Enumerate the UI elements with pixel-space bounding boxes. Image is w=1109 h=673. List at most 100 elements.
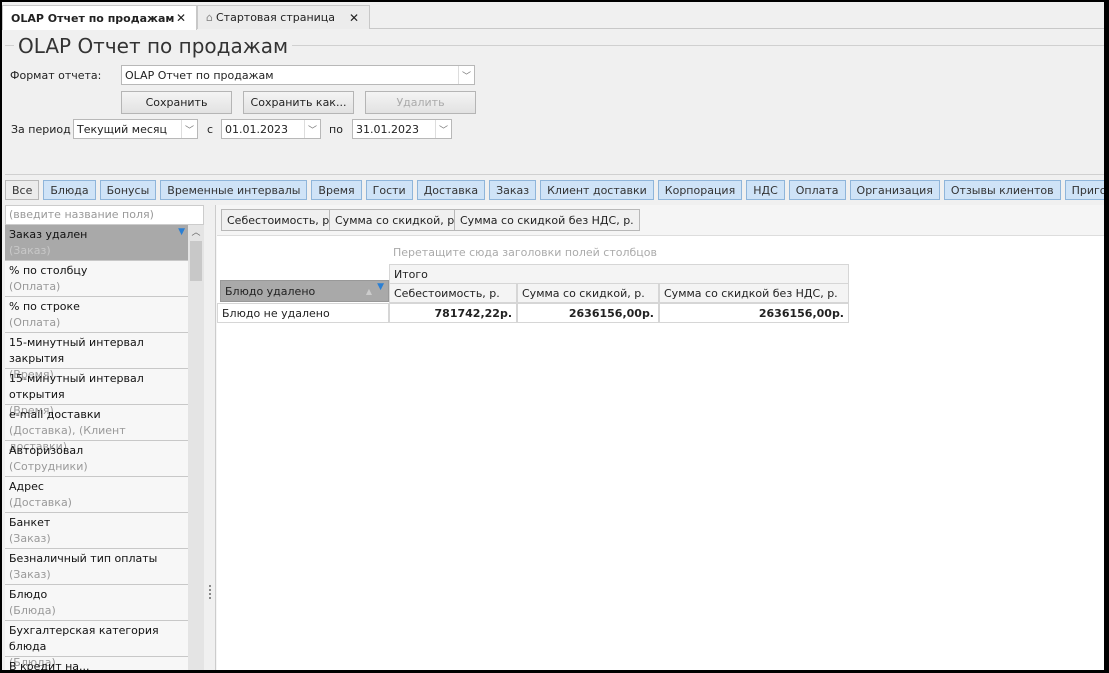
field-list-item[interactable]: Блюдо (Блюда)	[5, 585, 188, 621]
chevron-down-icon[interactable]: ﹀	[181, 120, 197, 138]
field-list-item[interactable]: Безналичный тип оплаты (Заказ)	[5, 549, 188, 585]
field-name: e-mail доставки	[9, 408, 101, 421]
chevron-down-icon[interactable]: ﹀	[435, 120, 451, 138]
field-list: Заказ удален (Заказ) ▼ % по столбцу (Оплата)…	[5, 225, 188, 670]
filter-tab[interactable]: Отзывы клиентов	[943, 180, 1061, 200]
filter-tab[interactable]: Организация	[849, 180, 940, 200]
tab-olap-report[interactable]: OLAP Отчет по продажам ✕	[2, 5, 197, 30]
field-list-item[interactable]: % по строке (Оплата)	[5, 297, 188, 333]
value-cell: 2636156,00р.	[659, 303, 849, 323]
date-from-input[interactable]: 01.01.2023 ﹀	[221, 119, 321, 139]
field-name: 15-минутный интервал закрытия	[9, 336, 144, 365]
field-name: % по столбцу	[9, 264, 88, 277]
total-header: Итого	[389, 264, 849, 284]
period-label: За период	[11, 123, 71, 136]
tab-bar: OLAP Отчет по продажам ✕ ⌂ Стартовая стран…	[2, 5, 1104, 30]
field-category: (Сотрудники)	[9, 460, 88, 473]
filter-tab[interactable]: Клиент доставки	[540, 180, 654, 200]
scrollbar[interactable]: ︿	[188, 225, 204, 670]
tab-start-page[interactable]: ⌂ Стартовая страница ✕	[197, 5, 370, 29]
period-value: Текущий месяц	[77, 122, 168, 136]
data-field-cost[interactable]: Себестоимость, р.	[221, 209, 339, 231]
report-window: OLAP Отчет по продажам ✕ ⌂ Стартовая стран…	[2, 2, 1104, 670]
field-name: Адрес	[9, 480, 44, 493]
field-category: (Доставка)	[9, 496, 72, 509]
from-label: с	[207, 123, 214, 136]
value-cell: 781742,22р.	[389, 303, 517, 323]
filter-tab[interactable]: Бонусы	[99, 180, 157, 200]
format-value: OLAP Отчет по продажам	[125, 68, 274, 82]
filter-tab[interactable]: Корпорация	[657, 180, 743, 200]
data-field-discount-no-vat[interactable]: Сумма со скидкой без НДС, р.	[454, 209, 640, 231]
field-category: (Заказ)	[9, 532, 51, 545]
filter-icon[interactable]: ▼	[178, 227, 185, 237]
value-cell: 2636156,00р.	[517, 303, 659, 323]
column-header: Сумма со скидкой, р.	[517, 283, 659, 303]
filter-tab[interactable]: Приготовление	[1064, 180, 1104, 200]
scroll-up-icon[interactable]: ︿	[188, 225, 204, 241]
field-search-input[interactable]: (введите название поля)	[5, 205, 204, 225]
pivot-area: Себестоимость, р. Сумма со скидкой, р. С…	[216, 205, 1104, 670]
field-category: (Оплата)	[9, 316, 61, 329]
row-header: Блюдо не удалено	[217, 303, 389, 323]
field-list-item[interactable]: 15-минутный интервал закрытия (Время)	[5, 333, 188, 381]
delete-button[interactable]: Удалить	[365, 91, 476, 114]
field-list-item[interactable]: e-mail доставки (Доставка), (Клиент доста…	[5, 405, 188, 453]
date-to-input[interactable]: 31.01.2023 ﹀	[352, 119, 452, 139]
category-filter-bar: Все Блюда Бонусы Временные интервалы Время Го…	[5, 180, 1104, 202]
format-label: Формат отчета:	[10, 69, 102, 82]
filter-tab[interactable]: Все	[5, 180, 40, 200]
home-icon: ⌂	[206, 11, 213, 24]
filter-tab[interactable]: Оплата	[788, 180, 846, 200]
column-header: Себестоимость, р.	[389, 283, 517, 303]
row-field-header[interactable]: Блюдо удалено ▲ ▼	[220, 280, 389, 302]
date-from-value: 01.01.2023	[225, 122, 288, 136]
field-list-item[interactable]: В кредит на...	[5, 657, 188, 670]
page-title: OLAP Отчет по продажам	[14, 34, 293, 58]
chevron-down-icon[interactable]: ﹀	[458, 66, 474, 84]
data-field-discount-sum[interactable]: Сумма со скидкой, р.	[329, 209, 464, 231]
field-list-item[interactable]: 15-минутный интервал открытия (Время)	[5, 369, 188, 417]
field-name: 15-минутный интервал открытия	[9, 372, 144, 401]
field-category: (Блюда)	[9, 604, 56, 617]
field-list-item[interactable]: Заказ удален (Заказ) ▼	[5, 225, 188, 261]
row-field-label: Блюдо удалено	[225, 284, 316, 298]
field-name: Заказ удален	[9, 228, 88, 241]
filter-tab[interactable]: Временные интервалы	[160, 180, 308, 200]
save-as-button[interactable]: Сохранить как...	[243, 91, 354, 114]
chevron-down-icon[interactable]: ﹀	[304, 120, 320, 138]
field-list-item[interactable]: Банкет (Заказ)	[5, 513, 188, 549]
field-category: (Оплата)	[9, 280, 61, 293]
tab-label: Стартовая страница	[215, 11, 336, 24]
field-name: % по строке	[9, 300, 80, 313]
filter-tab[interactable]: Гости	[365, 180, 413, 200]
filter-tab[interactable]: Блюда	[43, 180, 96, 200]
close-icon[interactable]: ✕	[349, 11, 359, 25]
field-name: Безналичный тип оплаты	[9, 552, 158, 565]
save-button[interactable]: Сохранить	[121, 91, 232, 114]
column-header: Сумма со скидкой без НДС, р.	[659, 283, 849, 303]
field-list-item[interactable]: Адрес (Доставка)	[5, 477, 188, 513]
field-category: (Заказ)	[9, 244, 51, 257]
filter-tab[interactable]: Доставка	[416, 180, 486, 200]
pivot-grid: Перетащите сюда заголовки полей столбцов…	[217, 235, 1104, 670]
filter-tab[interactable]: Заказ	[489, 180, 537, 200]
filter-tab[interactable]: НДС	[746, 180, 785, 200]
close-icon[interactable]: ✕	[176, 11, 186, 25]
sort-icon[interactable]: ▲	[366, 287, 372, 296]
field-name: Блюдо	[9, 588, 48, 601]
field-category: (Заказ)	[9, 568, 51, 581]
filter-tab[interactable]: Время	[311, 180, 362, 200]
field-list-item[interactable]: Бухгалтерская категория блюда (Блюда)	[5, 621, 188, 669]
field-list-item[interactable]: Авторизовал (Сотрудники)	[5, 441, 188, 477]
period-select[interactable]: Текущий месяц ﹀	[73, 119, 198, 139]
date-to-value: 31.01.2023	[356, 122, 419, 136]
field-name: Авторизовал	[9, 444, 84, 457]
format-select[interactable]: OLAP Отчет по продажам ﹀	[121, 65, 475, 85]
divider	[5, 174, 1104, 175]
field-list-item[interactable]: % по столбцу (Оплата)	[5, 261, 188, 297]
scroll-thumb[interactable]	[190, 241, 202, 281]
field-name: В кредит на...	[9, 660, 90, 670]
splitter-handle[interactable]	[204, 205, 216, 670]
filter-icon[interactable]: ▼	[377, 282, 384, 292]
